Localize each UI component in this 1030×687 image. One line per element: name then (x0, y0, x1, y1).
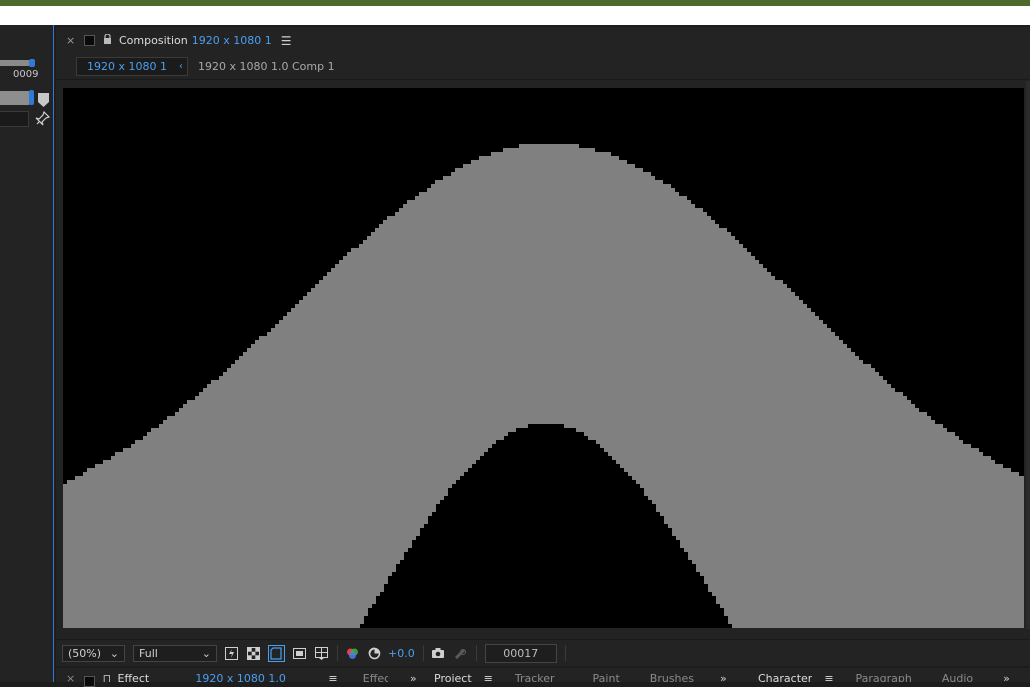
tab-paint[interactable]: Paint (593, 668, 620, 682)
panel-menu-icon[interactable]: ≡ (328, 668, 336, 682)
overflow-chevron-icon[interactable]: » (410, 668, 416, 682)
show-snapshot-icon[interactable] (453, 646, 468, 661)
tab-effect-controls[interactable]: Effect Controls (118, 668, 192, 682)
shape-layer (63, 144, 1024, 628)
panel-menu-icon[interactable]: ☰ (281, 34, 292, 48)
transparency-grid-icon[interactable] (246, 646, 261, 661)
window-top-white-strip (0, 6, 1030, 25)
resolution-value: Full (139, 646, 158, 660)
bottom-panel-tab-row: × ⊓ Effect Controls 1920 x 1080 1.0 Comp… (56, 668, 1030, 687)
chevron-left-icon[interactable]: ‹ (179, 61, 183, 72)
region-of-interest-icon[interactable] (292, 646, 307, 661)
panel-title[interactable]: Composition (119, 34, 188, 47)
breadcrumb-child-comp[interactable]: 1920 x 1080 1.0 Comp 1 (198, 60, 335, 73)
tab-effect-controls-target[interactable]: 1920 x 1080 1.0 Comp 1 (195, 668, 320, 682)
exposure-value[interactable]: +0.0 (388, 647, 415, 660)
property-input-field[interactable] (0, 111, 29, 127)
tab-effects[interactable]: Effec (363, 668, 388, 682)
close-panel-icon[interactable]: × (66, 34, 76, 47)
guides-grid-icon[interactable] (314, 646, 329, 661)
tab-tracker[interactable]: Tracker (515, 668, 555, 682)
composition-viewer[interactable] (63, 88, 1024, 628)
tab-brushes[interactable]: Brushes (650, 668, 694, 682)
fast-previews-icon[interactable] (224, 646, 239, 661)
resolution-dropdown[interactable]: Full ⌄ (133, 644, 217, 662)
property-value[interactable]: 0009 (13, 69, 38, 80)
magnification-dropdown[interactable]: (50%) ⌄ (62, 644, 125, 662)
character-tab-group: Character ≡ Paragraph Audio » (746, 668, 1030, 682)
breadcrumb-current-label: 1920 x 1080 1 (87, 60, 167, 73)
toolbar-divider (564, 645, 566, 661)
toolbar-divider (337, 645, 338, 661)
reset-exposure-icon[interactable] (367, 646, 382, 661)
composition-tab-bar: × Composition 1920 x 1080 1 ☰ (56, 27, 1030, 54)
chevron-down-icon: ⌄ (109, 646, 119, 660)
composition-panel: × Composition 1920 x 1080 1 ☰ 1920 x 108… (56, 27, 1030, 666)
panel-title-comp-name[interactable]: 1920 x 1080 1 (192, 34, 272, 47)
toolbar-divider (475, 645, 477, 661)
current-frame-field[interactable]: 00017 (484, 643, 557, 663)
pin-tool-icon[interactable] (35, 111, 50, 126)
chevron-down-icon: ⌄ (201, 646, 211, 660)
tab-character[interactable]: Character (758, 668, 812, 682)
lock-icon[interactable] (103, 33, 112, 47)
property-slider-handle[interactable] (29, 59, 35, 67)
tab-audio[interactable]: Audio (942, 668, 973, 682)
snapshot-icon[interactable] (431, 646, 446, 661)
close-panel-icon[interactable]: × (66, 668, 74, 682)
property-slider-track[interactable] (0, 60, 30, 66)
effect-controls-tab-group: × ⊓ Effect Controls 1920 x 1080 1.0 Comp… (56, 668, 416, 687)
left-panel: 0009 (0, 25, 54, 682)
breadcrumb-current-comp[interactable]: 1920 x 1080 1 ‹ (76, 57, 188, 76)
property-bar-handle[interactable] (29, 90, 34, 105)
tab-project[interactable]: Project (434, 668, 472, 682)
overflow-chevron-icon[interactable]: » (1003, 668, 1010, 682)
overflow-chevron-icon[interactable]: » (720, 668, 727, 682)
panel-square-icon[interactable] (84, 35, 95, 46)
composition-breadcrumb: 1920 x 1080 1 ‹ 1920 x 1080 1.0 Comp 1 (56, 54, 1030, 80)
lock-icon[interactable]: ⊓ (103, 668, 111, 682)
bell-curve-shape (63, 144, 1024, 628)
tab-paragraph[interactable]: Paragraph (856, 668, 912, 682)
panel-menu-icon[interactable]: ≡ (824, 668, 833, 682)
property-bar[interactable] (0, 91, 30, 105)
panel-menu-icon[interactable]: ≡ (484, 668, 493, 682)
project-tab-group: Project ≡ Tracker Paint Brushes » (422, 668, 740, 682)
mask-path-visibility-icon[interactable] (268, 644, 285, 662)
magnification-value: (50%) (68, 646, 102, 660)
toolbar-divider (422, 645, 424, 661)
composition-footer-toolbar: (50%) ⌄ Full ⌄ +0.0 00017 (56, 639, 1030, 666)
color-channels-icon[interactable] (345, 646, 360, 661)
viewer-vertical-scrollbar[interactable] (1026, 81, 1030, 629)
